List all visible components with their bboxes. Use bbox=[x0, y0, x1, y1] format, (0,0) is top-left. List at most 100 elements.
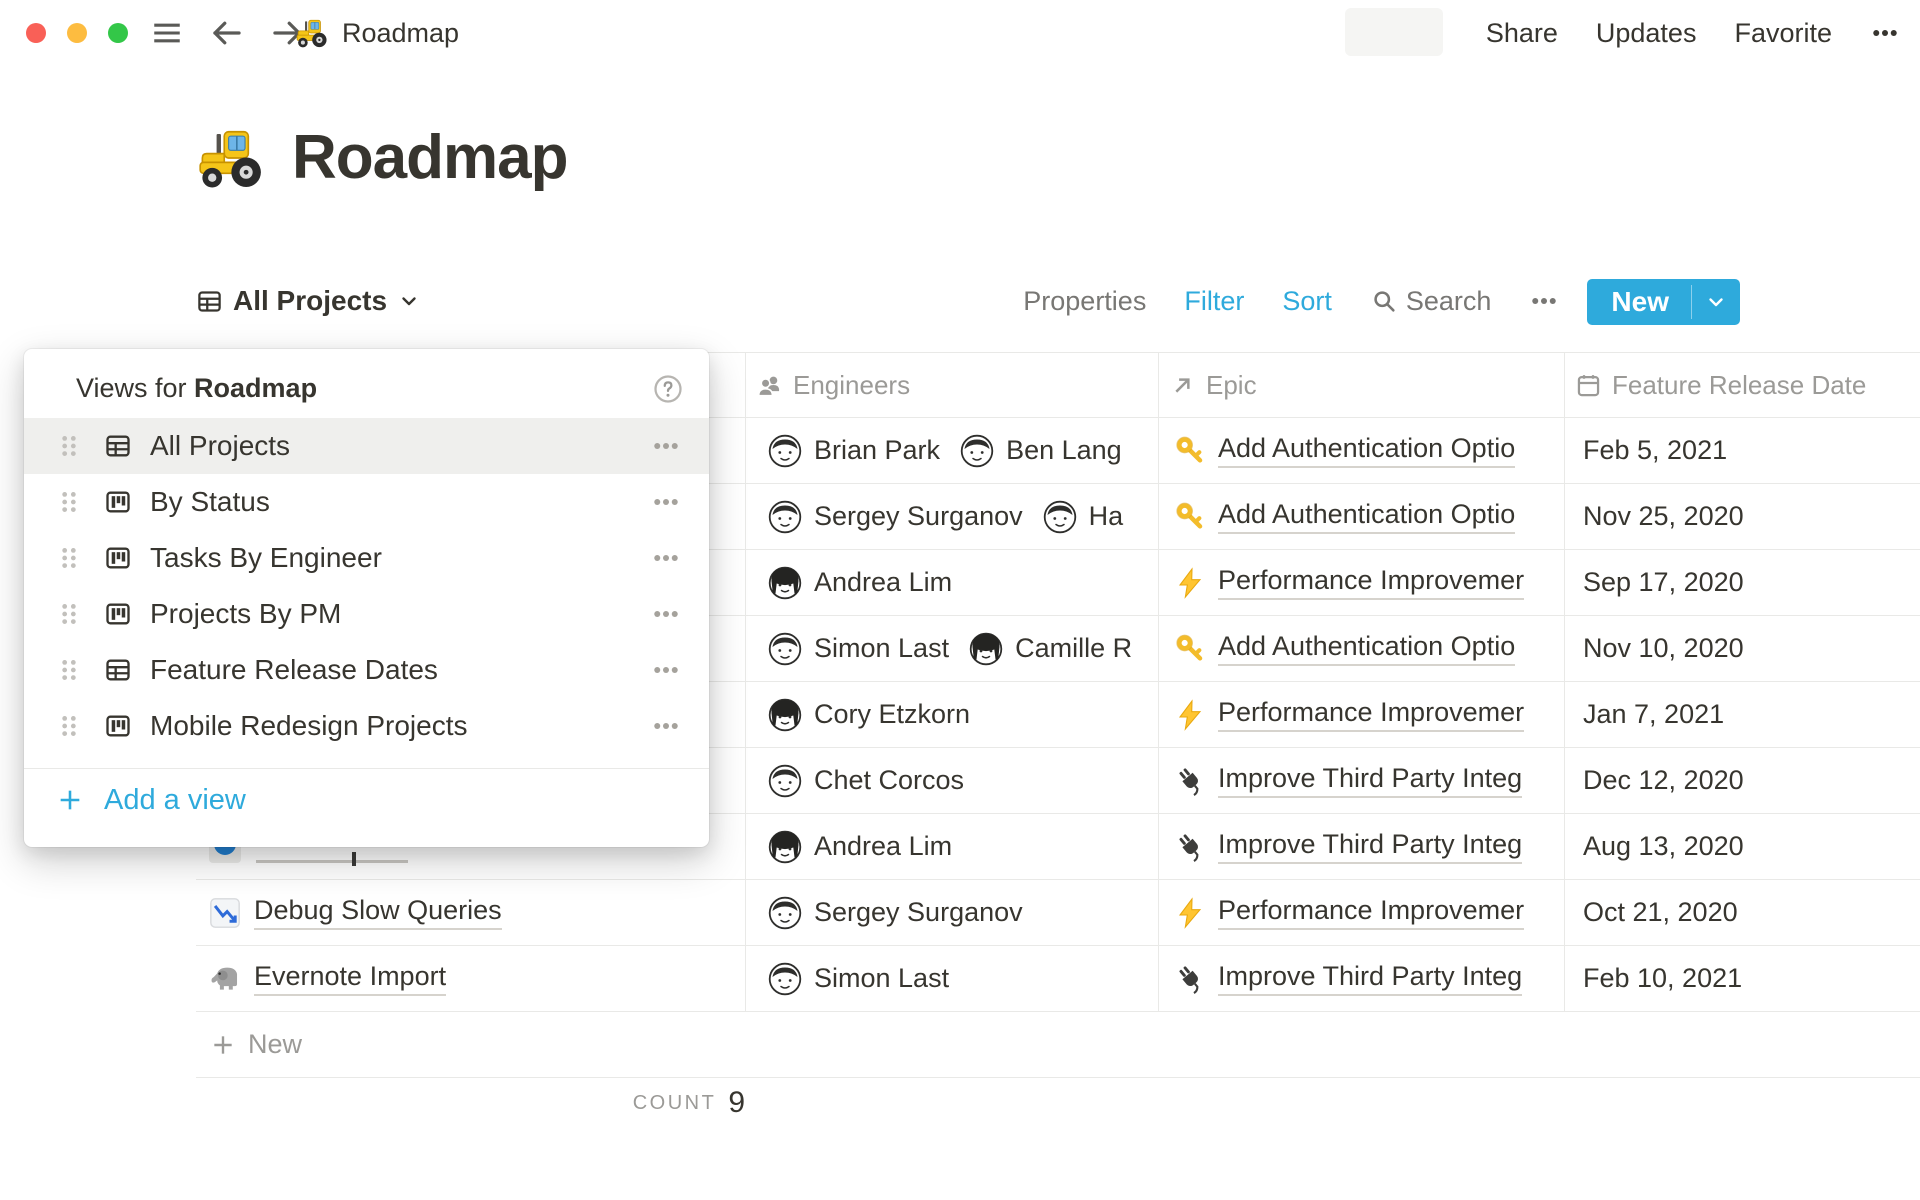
sort-button[interactable]: Sort bbox=[1282, 286, 1332, 317]
zoom-window-button[interactable] bbox=[108, 23, 128, 43]
column-header-epic[interactable]: Epic bbox=[1158, 353, 1564, 417]
view-item-mobile-redesign-projects[interactable]: Mobile Redesign Projects bbox=[24, 698, 709, 754]
breadcrumb[interactable]: Roadmap bbox=[296, 0, 459, 66]
engineers-cell[interactable]: Andrea Lim bbox=[745, 814, 1158, 879]
title-cell[interactable]: Debug Slow Queries bbox=[196, 880, 745, 945]
view-more-icon[interactable] bbox=[651, 599, 681, 629]
drag-handle-icon[interactable] bbox=[56, 601, 82, 627]
engineer-chip[interactable]: Andrea Lim bbox=[768, 830, 952, 864]
epic-link[interactable]: Improve Third Party Integ bbox=[1218, 763, 1522, 798]
engineers-cell[interactable]: Cory Etzkorn bbox=[745, 682, 1158, 747]
epic-cell[interactable]: Add Authentication Optio bbox=[1158, 484, 1564, 549]
engineer-chip[interactable]: Brian Park bbox=[768, 434, 940, 468]
date-cell[interactable]: Nov 25, 2020 bbox=[1564, 484, 1920, 549]
epic-link[interactable]: Improve Third Party Integ bbox=[1218, 829, 1522, 864]
engineer-chip[interactable]: Sergey Surganov bbox=[768, 896, 1023, 930]
epic-link[interactable]: Performance Improvemer bbox=[1218, 565, 1524, 600]
engineer-chip[interactable]: Chet Corcos bbox=[768, 764, 964, 798]
filter-button[interactable]: Filter bbox=[1184, 286, 1244, 317]
minimize-window-button[interactable] bbox=[67, 23, 87, 43]
page-tractor-icon[interactable] bbox=[198, 123, 268, 193]
add-view-button[interactable]: Add a view bbox=[24, 769, 709, 831]
share-button[interactable]: Share bbox=[1486, 18, 1558, 49]
topbar-actions: Share Updates Favorite bbox=[1486, 0, 1900, 66]
date-cell[interactable]: Aug 13, 2020 bbox=[1564, 814, 1920, 879]
close-window-button[interactable] bbox=[26, 23, 46, 43]
engineers-cell[interactable]: Sergey Surganov Ha bbox=[745, 484, 1158, 549]
drag-handle-icon[interactable] bbox=[56, 713, 82, 739]
date-cell[interactable]: Feb 5, 2021 bbox=[1564, 418, 1920, 483]
epic-cell[interactable]: Improve Third Party Integ bbox=[1158, 946, 1564, 1011]
column-header-engineers[interactable]: Engineers bbox=[745, 353, 1158, 417]
view-more-icon[interactable] bbox=[651, 711, 681, 741]
date-cell[interactable]: Oct 21, 2020 bbox=[1564, 880, 1920, 945]
engineers-cell[interactable]: Chet Corcos bbox=[745, 748, 1158, 813]
epic-cell[interactable]: Improve Third Party Integ bbox=[1158, 748, 1564, 813]
epic-link[interactable]: Performance Improvemer bbox=[1218, 697, 1524, 732]
epic-cell[interactable]: Add Authentication Optio bbox=[1158, 418, 1564, 483]
drag-handle-icon[interactable] bbox=[56, 545, 82, 571]
engineers-cell[interactable]: Simon Last bbox=[745, 946, 1158, 1011]
board-view-icon bbox=[104, 712, 132, 740]
engineer-chip[interactable]: Simon Last bbox=[768, 962, 949, 996]
epic-cell[interactable]: Performance Improvemer bbox=[1158, 880, 1564, 945]
epic-cell[interactable]: Performance Improvemer bbox=[1158, 550, 1564, 615]
engineer-chip[interactable]: Cory Etzkorn bbox=[768, 698, 970, 732]
favorite-button[interactable]: Favorite bbox=[1734, 18, 1832, 49]
epic-cell[interactable]: Performance Improvemer bbox=[1158, 682, 1564, 747]
search-button[interactable]: Search bbox=[1370, 286, 1492, 317]
engineer-chip[interactable]: Ben Lang bbox=[960, 434, 1122, 468]
help-icon[interactable] bbox=[653, 374, 683, 404]
sidebar-toggle-button[interactable] bbox=[148, 14, 186, 52]
view-switcher[interactable]: All Projects bbox=[196, 277, 421, 325]
engineers-cell[interactable]: Simon Last Camille R bbox=[745, 616, 1158, 681]
new-button-chevron-icon[interactable] bbox=[1692, 279, 1740, 325]
epic-link[interactable]: Add Authentication Optio bbox=[1218, 631, 1515, 666]
epic-link[interactable]: Improve Third Party Integ bbox=[1218, 961, 1522, 996]
epic-cell[interactable]: Improve Third Party Integ bbox=[1158, 814, 1564, 879]
engineer-chip[interactable]: Camille R bbox=[969, 632, 1132, 666]
column-header-release-date[interactable]: Feature Release Date bbox=[1564, 353, 1920, 417]
more-options-icon[interactable] bbox=[1870, 18, 1900, 48]
properties-button[interactable]: Properties bbox=[1023, 286, 1146, 317]
date-cell[interactable]: Dec 12, 2020 bbox=[1564, 748, 1920, 813]
title-cell[interactable]: Evernote Import bbox=[196, 946, 745, 1011]
drag-handle-icon[interactable] bbox=[56, 657, 82, 683]
new-button[interactable]: New bbox=[1587, 279, 1740, 325]
back-button[interactable] bbox=[208, 14, 246, 52]
engineer-chip[interactable]: Simon Last bbox=[768, 632, 949, 666]
view-more-icon[interactable] bbox=[651, 543, 681, 573]
date-cell[interactable]: Nov 10, 2020 bbox=[1564, 616, 1920, 681]
updates-button[interactable]: Updates bbox=[1596, 18, 1697, 49]
popup-header-prefix: Views for bbox=[76, 373, 194, 403]
count-calc[interactable]: COUNT 9 bbox=[196, 1078, 745, 1128]
epic-link[interactable]: Add Authentication Optio bbox=[1218, 433, 1515, 468]
view-more-icon[interactable] bbox=[651, 655, 681, 685]
page-link[interactable]: Evernote Import bbox=[254, 961, 446, 996]
new-row-button[interactable]: New bbox=[196, 1012, 1920, 1078]
view-more-icon[interactable] bbox=[651, 431, 681, 461]
engineer-chip[interactable]: Ha bbox=[1043, 500, 1124, 534]
view-item-projects-by-pm[interactable]: Projects By PM bbox=[24, 586, 709, 642]
view-item-feature-release-dates[interactable]: Feature Release Dates bbox=[24, 642, 709, 698]
epic-link[interactable]: Performance Improvemer bbox=[1218, 895, 1524, 930]
engineer-chip[interactable]: Andrea Lim bbox=[768, 566, 952, 600]
engineers-cell[interactable]: Andrea Lim bbox=[745, 550, 1158, 615]
view-item-by-status[interactable]: By Status bbox=[24, 474, 709, 530]
page-title[interactable]: Roadmap bbox=[292, 122, 567, 193]
date-cell[interactable]: Feb 10, 2021 bbox=[1564, 946, 1920, 1011]
page-link[interactable]: Debug Slow Queries bbox=[254, 895, 502, 930]
toolbar-more-icon[interactable] bbox=[1529, 286, 1559, 316]
engineers-cell[interactable]: Brian Park Ben Lang bbox=[745, 418, 1158, 483]
engineers-cell[interactable]: Sergey Surganov bbox=[745, 880, 1158, 945]
epic-link[interactable]: Add Authentication Optio bbox=[1218, 499, 1515, 534]
engineer-chip[interactable]: Sergey Surganov bbox=[768, 500, 1023, 534]
drag-handle-icon[interactable] bbox=[56, 433, 82, 459]
date-cell[interactable]: Sep 17, 2020 bbox=[1564, 550, 1920, 615]
drag-handle-icon[interactable] bbox=[56, 489, 82, 515]
view-more-icon[interactable] bbox=[651, 487, 681, 517]
epic-cell[interactable]: Add Authentication Optio bbox=[1158, 616, 1564, 681]
view-item-tasks-by-engineer[interactable]: Tasks By Engineer bbox=[24, 530, 709, 586]
date-cell[interactable]: Jan 7, 2021 bbox=[1564, 682, 1920, 747]
view-item-all-projects[interactable]: All Projects bbox=[24, 418, 709, 474]
